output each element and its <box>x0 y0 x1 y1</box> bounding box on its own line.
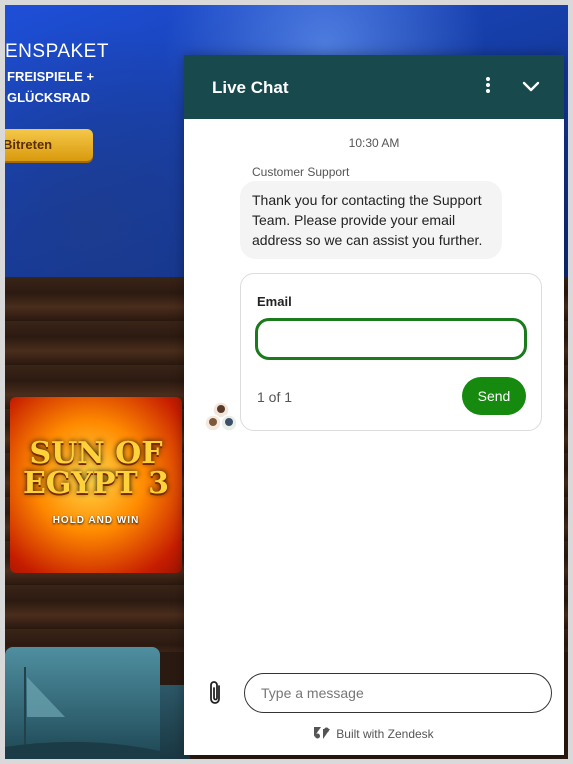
zendesk-footer[interactable]: Built with Zendesk <box>184 727 564 742</box>
game-title: SUN OF EGYPT 3 <box>10 439 182 499</box>
join-button[interactable]: Bitreten <box>5 129 93 161</box>
chat-title: Live Chat <box>212 78 289 97</box>
zendesk-footer-text: Built with Zendesk <box>336 727 434 741</box>
game-title-line2: EGYPT 3 <box>22 466 170 501</box>
vertical-dots-icon[interactable] <box>480 75 496 99</box>
promo-title: ENSPAKET <box>5 41 109 62</box>
promo-line-wheel: GLÜCKSRAD <box>7 90 91 105</box>
browser-viewport: ENSPAKET FREISPIELE + GLÜCKSRAD Bitreten… <box>0 0 573 764</box>
game-subtitle: HOLD AND WIN <box>52 515 140 526</box>
message-input[interactable] <box>244 673 552 713</box>
send-button[interactable]: Send <box>462 377 526 415</box>
message-timestamp: 10:30 AM <box>348 136 400 150</box>
email-label: Email <box>257 294 292 309</box>
chevron-down-icon[interactable] <box>520 75 542 97</box>
paperclip-icon[interactable] <box>206 679 226 707</box>
form-pager: 1 of 1 <box>257 389 293 405</box>
game-tile-ship[interactable] <box>5 647 160 759</box>
chat-header: Live Chat <box>184 55 564 119</box>
live-chat-widget: Live Chat 10:30 AM Customer Support Than… <box>184 55 564 755</box>
promo-line-freespins: FREISPIELE + <box>7 69 95 84</box>
zendesk-logo-icon <box>314 727 331 742</box>
ship-illustration <box>5 667 160 759</box>
sender-name: Customer Support <box>252 165 350 179</box>
email-form-card: Email 1 of 1 Send <box>240 273 542 431</box>
agent-message-bubble: Thank you for contacting the Support Tea… <box>240 181 502 259</box>
email-field[interactable] <box>255 318 527 360</box>
support-agents-avatar <box>204 401 238 433</box>
game-tile-sun-of-egypt[interactable]: SUN OF EGYPT 3 HOLD AND WIN <box>10 397 182 573</box>
